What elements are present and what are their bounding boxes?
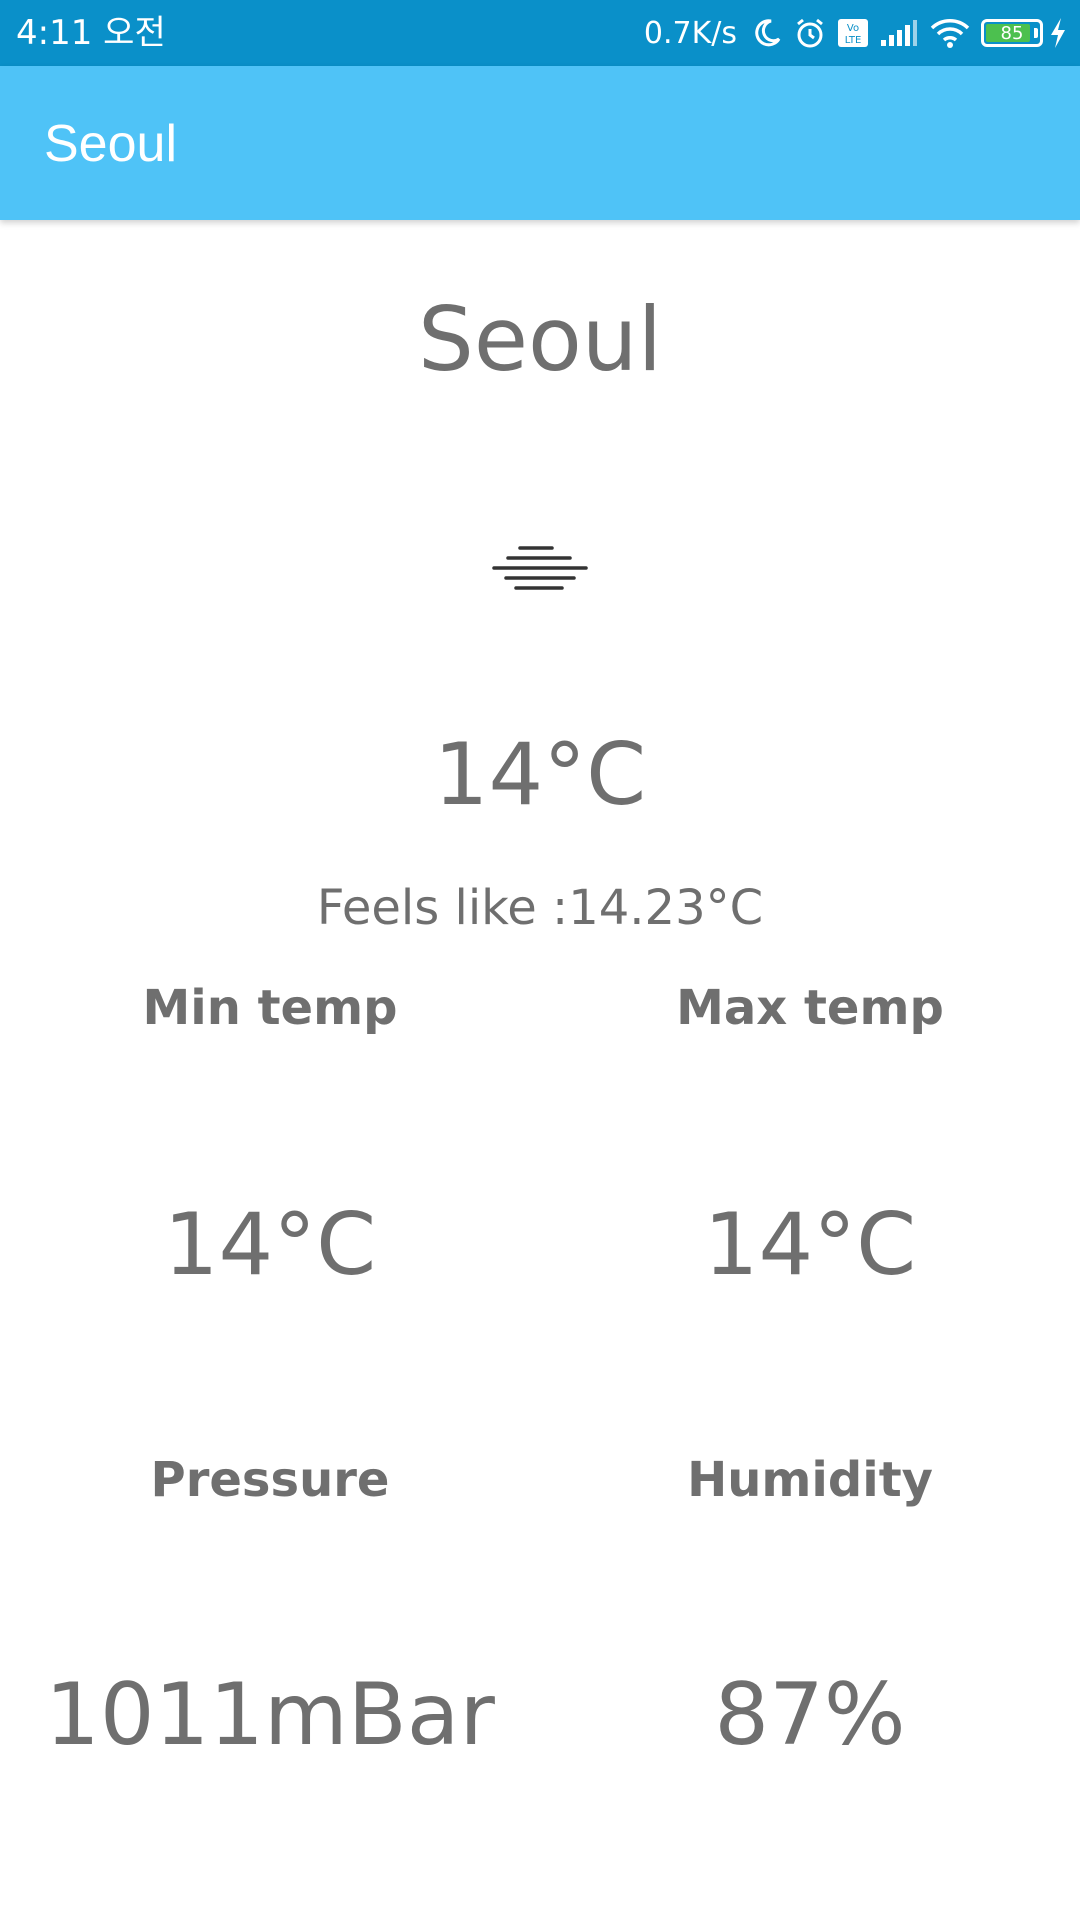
app-bar-title: Seoul: [44, 115, 177, 173]
svg-text:LTE: LTE: [845, 35, 862, 46]
min-temp-label: Min temp: [142, 980, 398, 1036]
humidity-value: 87%: [714, 1665, 906, 1765]
current-temperature: 14°C: [433, 725, 647, 825]
status-bar: 4:11 오전 0.7K/s Vo LTE 85: [0, 0, 1080, 66]
alarm-icon: [793, 16, 827, 50]
mist-icon: [490, 540, 590, 610]
status-time: 4:11 오전: [16, 13, 166, 53]
pressure-value: 1011mBar: [45, 1665, 495, 1765]
max-temp-value: 14°C: [703, 1195, 917, 1295]
feels-like-temperature: Feels like :14.23°C: [316, 880, 764, 936]
pressure-label: Pressure: [150, 1452, 390, 1508]
wifi-icon: [929, 17, 971, 49]
signal-icon: [879, 18, 919, 48]
city-name: Seoul: [417, 288, 663, 391]
moon-icon: [751, 17, 783, 49]
battery-icon: 85: [981, 19, 1043, 47]
volte-icon: Vo LTE: [837, 18, 869, 48]
app-bar: Seoul: [0, 66, 1080, 220]
charging-icon: [1048, 17, 1068, 49]
svg-text:Vo: Vo: [847, 23, 859, 34]
max-temp-label: Max temp: [676, 980, 944, 1036]
humidity-label: Humidity: [687, 1452, 933, 1508]
min-temp-value: 14°C: [163, 1195, 377, 1295]
battery-level: 85: [1000, 22, 1024, 44]
battery: 85: [981, 19, 1043, 47]
network-speed: 0.7K/s: [643, 15, 737, 51]
status-icons: 0.7K/s Vo LTE 85: [644, 10, 1068, 56]
